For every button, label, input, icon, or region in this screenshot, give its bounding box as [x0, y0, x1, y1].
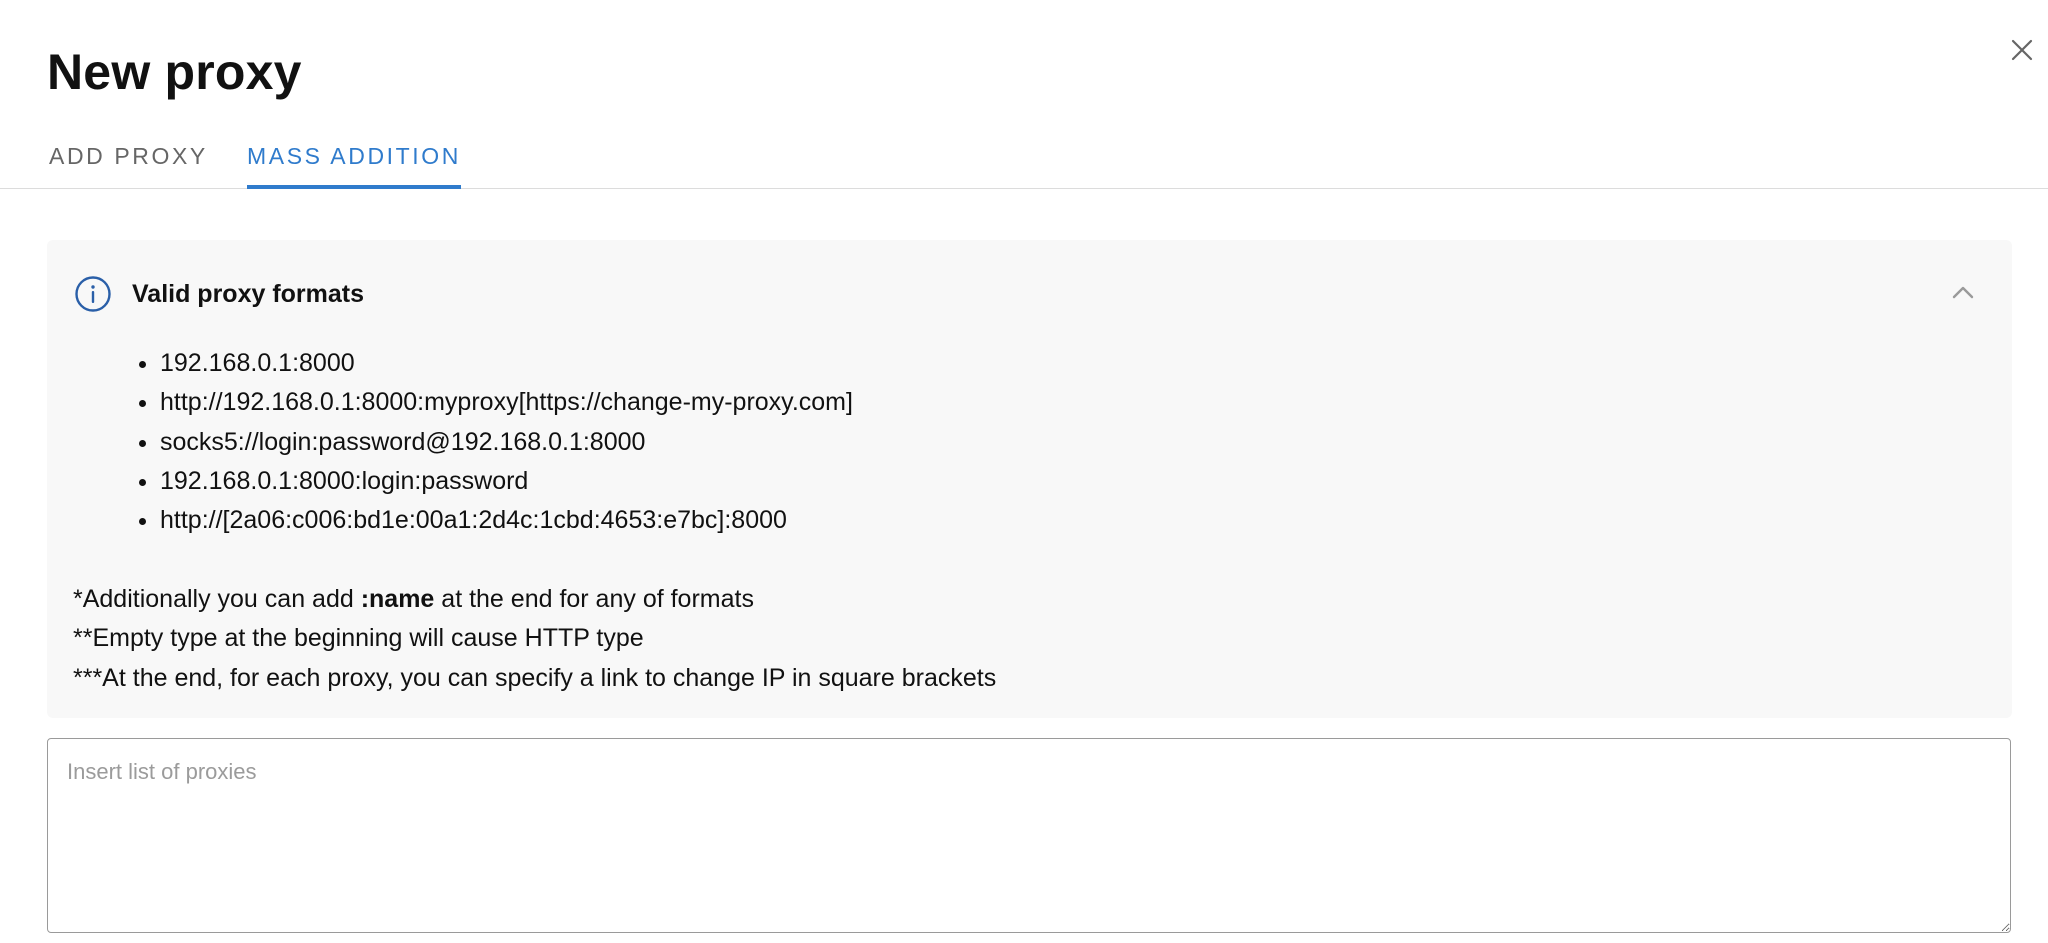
list-item: http://[2a06:c006:bd1e:00a1:2d4c:1cbd:46… [160, 501, 853, 540]
new-proxy-dialog: New proxy ADD PROXY MASS ADDITION Valid … [0, 0, 2048, 943]
note-text: *Additionally you can add [73, 585, 361, 613]
tab-mass-addition-label: MASS ADDITION [247, 142, 461, 169]
proxy-list-input[interactable] [47, 738, 2011, 933]
close-button[interactable] [2002, 30, 2042, 70]
note-change-ip-link: ***At the end, for each proxy, you can s… [73, 663, 997, 692]
tab-mass-addition[interactable]: MASS ADDITION [247, 125, 461, 189]
tab-add-proxy-label: ADD PROXY [49, 142, 208, 169]
valid-formats-panel: Valid proxy formats 192.168.0.1:8000 htt… [47, 240, 2012, 718]
dialog-title: New proxy [47, 44, 302, 100]
tab-add-proxy[interactable]: ADD PROXY [49, 125, 208, 187]
note-empty-type: **Empty type at the beginning will cause… [73, 624, 644, 653]
format-list: 192.168.0.1:8000 http://192.168.0.1:8000… [113, 344, 853, 540]
collapse-button[interactable] [1945, 274, 1981, 310]
active-tab-indicator [247, 185, 461, 189]
panel-title: Valid proxy formats [132, 280, 365, 308]
note-bold-text: :name [360, 585, 435, 613]
note-name-suffix: *Additionally you can add :name at the e… [73, 580, 996, 619]
note-text: at the end for any of formats [434, 585, 754, 613]
list-item: 192.168.0.1:8000 [160, 344, 853, 383]
list-item: socks5://login:password@192.168.0.1:8000 [160, 423, 853, 462]
chevron-up-icon [1952, 286, 1974, 299]
close-icon [2011, 39, 2033, 61]
format-notes: *Additionally you can add :name at the e… [73, 580, 996, 698]
tab-bar: ADD PROXY MASS ADDITION [0, 125, 2048, 189]
list-item: 192.168.0.1:8000:login:password [160, 462, 853, 501]
list-item: http://192.168.0.1:8000:myproxy[https://… [160, 383, 853, 422]
info-icon [75, 276, 111, 312]
